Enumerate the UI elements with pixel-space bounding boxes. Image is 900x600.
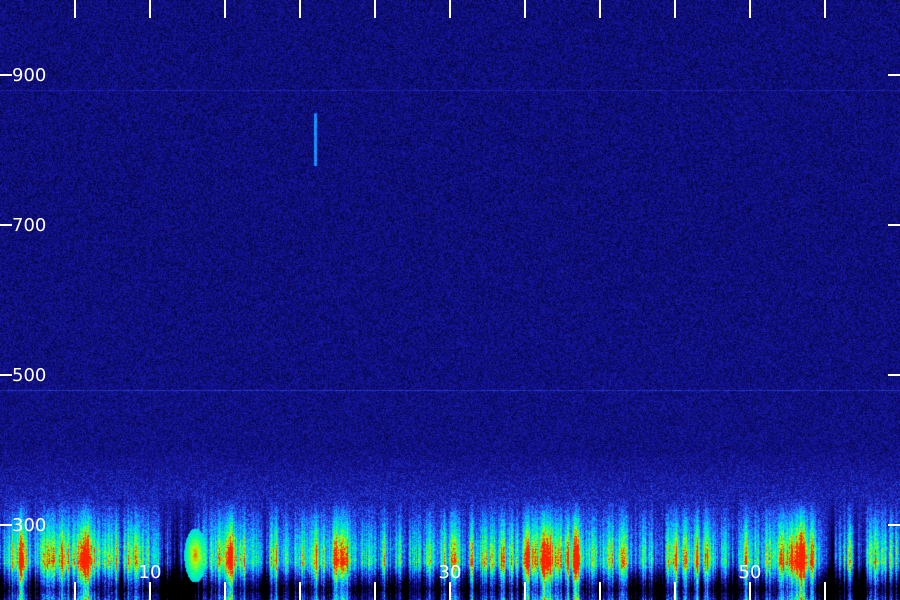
spectrogram-heatmap — [0, 0, 900, 600]
y-tick-label: 900 — [12, 65, 46, 86]
x-tick-label: 50 — [739, 562, 762, 583]
x-tick-label: 10 — [139, 562, 162, 583]
x-tick-label: 30 — [439, 562, 462, 583]
y-tick-label: 300 — [12, 515, 46, 536]
y-tick-label: 700 — [12, 215, 46, 236]
spectrogram-chart: 900 700 500 300 10 30 50 — [0, 0, 900, 600]
y-tick-label: 500 — [12, 365, 46, 386]
